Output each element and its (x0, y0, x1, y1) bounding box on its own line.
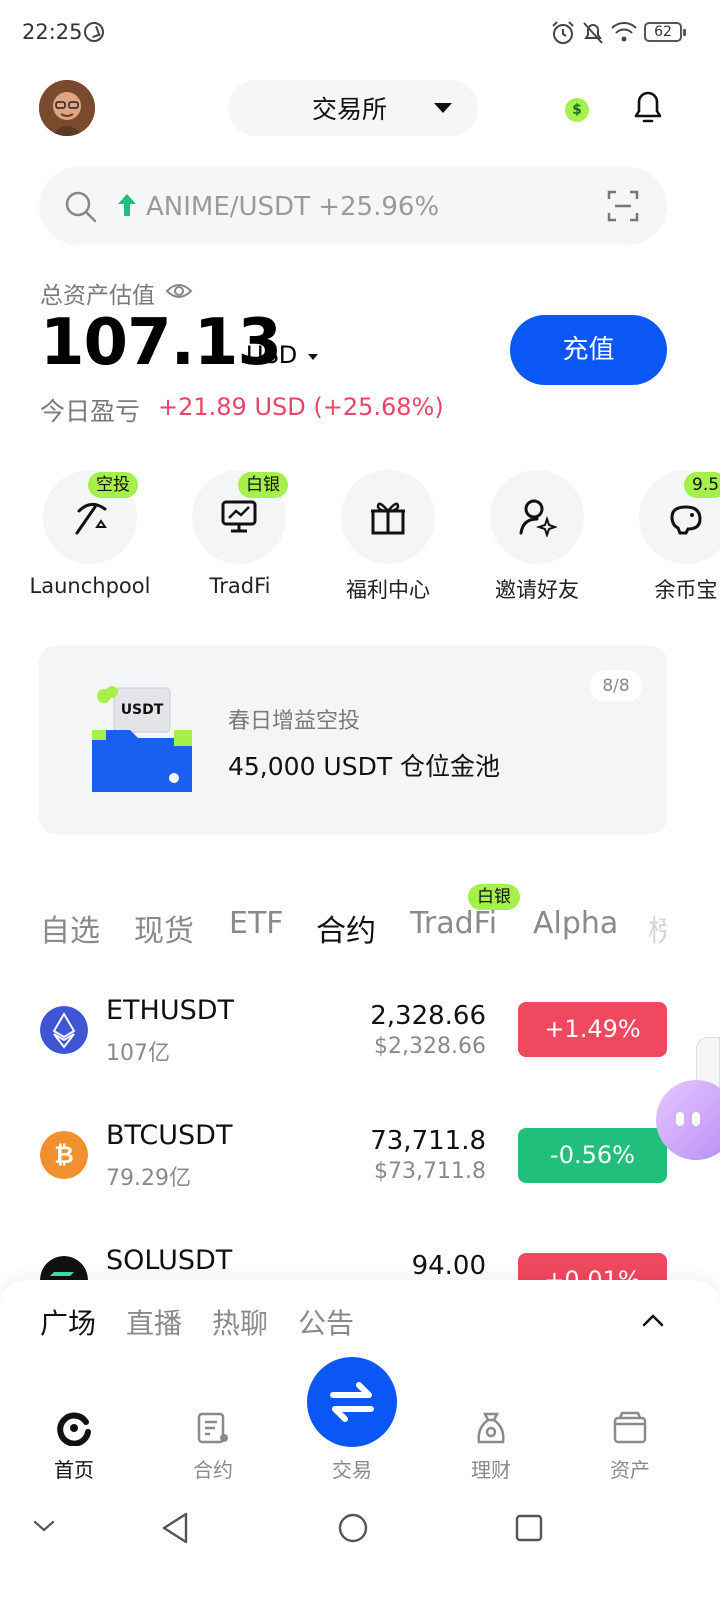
shortcut-label[interactable]: 福利中心 (308, 574, 468, 604)
piggy-bank-icon (670, 505, 702, 535)
shortcut-label[interactable]: 余币宝 (606, 574, 720, 604)
scan-icon[interactable] (606, 189, 640, 223)
avatar[interactable] (39, 80, 95, 136)
chevron-down-icon[interactable] (32, 1518, 56, 1534)
tab-rankings[interactable]: 榜 (648, 906, 666, 950)
mute-bell-icon (583, 22, 603, 44)
coin-volume: 107亿 (106, 1041, 170, 1066)
change-badge[interactable]: +1.49% (518, 1002, 667, 1057)
btc-glyph: ₿ (54, 1141, 74, 1169)
btc-icon: ₿ (40, 1131, 88, 1179)
shortcut-badge: 白银 (238, 472, 288, 498)
wallet-icon[interactable] (612, 1410, 648, 1446)
status-time: 22:25 (22, 20, 83, 44)
home-circle-icon[interactable] (337, 1510, 369, 1546)
deposit-button[interactable]: 充值 (510, 315, 667, 385)
shortcut-label[interactable]: TradFi (160, 574, 320, 598)
nav-assets[interactable]: 资产 (580, 1454, 680, 1483)
chevron-up-icon[interactable] (641, 1312, 665, 1328)
asset-currency[interactable]: USD (246, 341, 297, 369)
back-icon[interactable] (160, 1510, 190, 1546)
nav-trade[interactable]: 交易 (302, 1454, 402, 1483)
coin-volume: 79.29亿 (106, 1166, 191, 1191)
sheet-tab-square[interactable]: 广场 (40, 1302, 96, 1342)
coin-symbol[interactable]: ETHUSDT (106, 995, 234, 1026)
coin-symbol[interactable]: BTCUSDT (106, 1120, 232, 1151)
shortcut-badge: 9.5 (684, 472, 720, 498)
trend-up-icon (118, 194, 136, 216)
sheet-tab-live[interactable]: 直播 (126, 1302, 182, 1342)
sync-icon (84, 22, 104, 42)
tab-futures[interactable]: 合约 (316, 906, 376, 950)
tab-watchlist[interactable]: 自选 (40, 906, 100, 950)
exchange-label[interactable]: 交易所 (312, 90, 387, 126)
monitor-chart-icon (221, 500, 257, 533)
airdrop-folder-illustration: USDT (92, 686, 192, 792)
banner-page-counter: 8/8 (590, 670, 642, 702)
banner-title: 45,000 USDT 仓位金池 (228, 752, 501, 781)
wealth-bag-icon[interactable] (473, 1410, 509, 1446)
tab-alpha[interactable]: Alpha (533, 906, 618, 941)
recents-icon[interactable] (514, 1510, 544, 1546)
sheet-tab-news[interactable]: 公告 (298, 1302, 354, 1342)
eth-icon (40, 1006, 88, 1054)
nav-futures[interactable]: 合约 (163, 1454, 263, 1483)
tab-spot[interactable]: 现货 (134, 906, 194, 950)
sheet-tab-chat[interactable]: 热聊 (212, 1302, 268, 1342)
caret-down-icon[interactable] (434, 103, 452, 113)
dollar-icon[interactable]: $ (565, 98, 589, 122)
tab-etf[interactable]: ETF (229, 906, 284, 941)
shortcut-badge: 空投 (88, 472, 138, 498)
banner-subtitle: 春日增益空投 (228, 709, 361, 734)
bell-icon[interactable] (632, 88, 664, 126)
nav-home[interactable]: 首页 (24, 1454, 124, 1483)
coin-price: 73,711.8 (370, 1126, 486, 1156)
caret-down-icon[interactable] (308, 354, 318, 360)
tab-tradfi[interactable]: TradFi (410, 906, 497, 941)
tab-badge: 白银 (468, 884, 520, 910)
pnl-value: +21.89 USD (+25.68%) (158, 393, 444, 421)
asset-value: 107.13 (40, 306, 282, 380)
coin-symbol[interactable]: SOLUSDT (106, 1245, 232, 1276)
home-icon[interactable] (56, 1410, 92, 1446)
wifi-icon (611, 22, 637, 42)
coin-fiat-price: $2,328.66 (374, 1034, 486, 1059)
coin-price: 2,328.66 (370, 1001, 486, 1031)
alarm-icon (552, 21, 574, 44)
coin-price: 94.00 (411, 1251, 486, 1281)
battery-indicator: 62 (644, 22, 686, 42)
shortcut-label[interactable]: Launchpool (10, 574, 170, 598)
invite-user-icon (519, 499, 557, 537)
shortcut-label[interactable]: 邀请好友 (457, 574, 617, 604)
pnl-label: 今日盈亏 (40, 397, 141, 426)
change-badge[interactable]: -0.56% (518, 1128, 667, 1183)
swap-icon (330, 1382, 374, 1422)
search-icon (65, 191, 97, 223)
eye-icon[interactable] (165, 280, 193, 302)
nav-earn[interactable]: 理财 (441, 1454, 541, 1483)
coin-fiat-price: $73,711.8 (374, 1159, 486, 1184)
futures-icon[interactable] (195, 1410, 231, 1446)
search-ticker[interactable]: ANIME/USDT +25.96% (146, 192, 439, 222)
asset-label: 总资产估值 (40, 283, 155, 309)
gift-icon (371, 502, 405, 535)
avatar-portrait (39, 80, 95, 136)
banner-image-text: USDT (121, 702, 164, 718)
pickaxe-icon (75, 503, 107, 535)
trade-button[interactable] (307, 1357, 397, 1447)
